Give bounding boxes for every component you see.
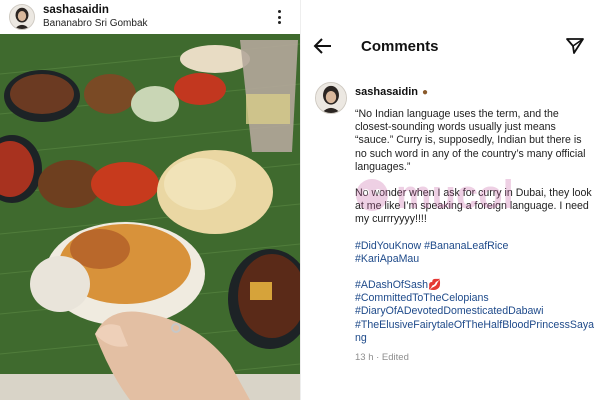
hashtag-link[interactable]: #ADashOfSash [355,279,428,291]
arrow-left-icon[interactable] [313,36,333,56]
hashtag-group-1: #DidYouKnow #BananaLeafRice #KariApaMau [355,240,595,266]
hashtag-link[interactable]: #CommittedToTheCelopians [355,292,489,304]
send-icon[interactable] [565,36,585,56]
more-vertical-icon[interactable] [272,8,286,26]
comment-username[interactable]: sashasaidin [355,86,418,98]
post-username[interactable]: sashasaidin [43,4,148,17]
banana-leaf-meal-image [0,34,300,400]
hashtag-link[interactable]: #DiaryOfADevotedDomesticatedDabawi [355,305,543,317]
hashtag-link[interactable]: #BananaLeafRice [424,240,508,252]
post-user-info: sashasaidin Bananabro Sri Gombak [43,4,148,30]
hashtag-link[interactable]: #TheElusiveFairytaleOfTheHalfBloodPrince… [355,319,594,344]
comment-body: “No Indian language uses the term, and t… [355,108,595,364]
cookie-emoji-icon: ● [421,86,429,98]
post-header: sashasaidin Bananabro Sri Gombak [0,0,300,34]
hashtag-link[interactable]: #KariApaMau [355,253,419,265]
hashtag-group-2: #ADashOfSash💋 #CommittedToTheCelopians #… [355,279,595,345]
post-location[interactable]: Bananabro Sri Gombak [43,17,148,30]
avatar-portrait-icon [316,83,346,113]
hashtag-link[interactable]: #DidYouKnow [355,240,421,252]
avatar-portrait-icon [10,5,34,29]
comments-header: Comments [301,0,600,58]
comment-paragraph-2: No wonder when I ask for curry in Dubai,… [355,187,592,226]
avatar[interactable] [9,4,35,30]
lips-emoji-icon: 💋 [428,279,442,292]
post-panel: sashasaidin Bananabro Sri Gombak [0,0,300,400]
avatar[interactable] [315,82,347,114]
comment-meta: 13 h · Edited [355,352,409,364]
comments-title: Comments [361,38,439,55]
comment-user-row: sashasaidin ● [355,86,428,98]
comment-paragraph-1: “No Indian language uses the term, and t… [355,108,586,173]
post-photo[interactable] [0,34,300,400]
comments-panel: Comments sashasaidin ● “No Indian langua… [300,0,600,400]
